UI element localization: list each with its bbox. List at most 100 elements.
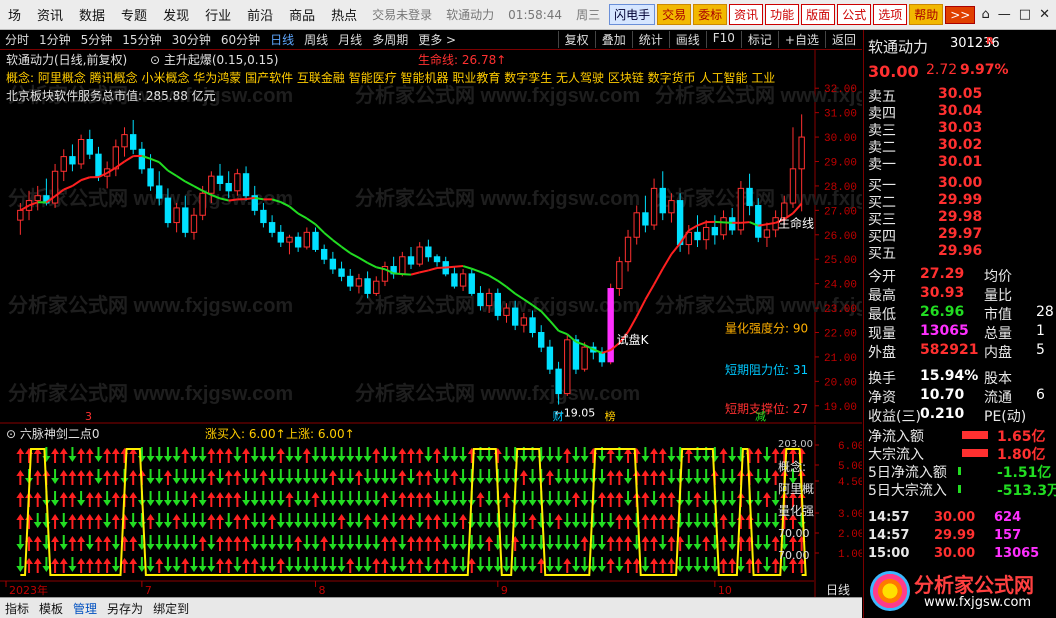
bid-row-4-cell-1: 29.96 bbox=[938, 243, 983, 259]
toolbar-button-9[interactable]: >> bbox=[945, 5, 976, 24]
bottom-tab-2[interactable]: 管理 bbox=[68, 600, 102, 617]
toolbar-right-button-6[interactable]: +自选 bbox=[777, 31, 825, 48]
period-tab-0[interactable]: 分时 bbox=[0, 31, 34, 48]
period-tab-3[interactable]: 15分钟 bbox=[117, 31, 166, 48]
period-tab-8[interactable]: 月线 bbox=[333, 31, 367, 48]
menu-item-1[interactable]: 资讯 bbox=[29, 5, 71, 24]
period-tab-5[interactable]: 60分钟 bbox=[216, 31, 265, 48]
stat-row-5: 换手 15.94% 股本 bbox=[864, 368, 1056, 387]
resist-label: 短期阻力位: 31 bbox=[725, 362, 808, 377]
toolbar-right-button-7[interactable]: 返回 bbox=[824, 31, 862, 48]
marker-jian: 减 bbox=[755, 410, 766, 423]
period-tab-9[interactable]: 多周期 bbox=[367, 31, 413, 48]
period-tab-7[interactable]: 周线 bbox=[299, 31, 333, 48]
toolbar-button-1[interactable]: 交易 bbox=[657, 4, 692, 25]
toolbar-right-button-5[interactable]: 标记 bbox=[740, 31, 778, 48]
formula-title: ⊙ 主升起爆(0.15,0.15) bbox=[150, 53, 279, 67]
period-tab-4[interactable]: 30分钟 bbox=[167, 31, 216, 48]
flow-row-2-cell-1: -1.51亿 bbox=[997, 465, 1052, 481]
ask-row-4: 卖一 30.01 bbox=[864, 154, 1056, 173]
shipan-label: 试盘K bbox=[617, 332, 650, 347]
toolbar-right-button-1[interactable]: 叠加 bbox=[594, 31, 632, 48]
stat-row-2-cell-2: 市值 bbox=[984, 307, 1012, 323]
bid-row-0-cell-1: 30.00 bbox=[938, 175, 983, 191]
marker-1: 3 bbox=[85, 410, 92, 423]
stat-row-0-cell-1: 27.29 bbox=[920, 266, 965, 282]
maximize-icon[interactable]: □ bbox=[1019, 7, 1031, 22]
menu-item-0[interactable]: 场 bbox=[0, 5, 29, 24]
indicator-yaxis-label: 3.00 bbox=[838, 509, 862, 521]
menu-item-8[interactable]: 热点 bbox=[323, 5, 365, 24]
stat-row-1: 最高 30.93 量比 bbox=[864, 285, 1056, 304]
toolbar-button-2[interactable]: 委标 bbox=[693, 4, 728, 25]
quote-panel: 软通动力 301236 R 30.00 2.72 9.97% 卖五 30.05 卖四 30.04 卖… bbox=[863, 30, 1056, 618]
ask-row-4-cell-1: 30.01 bbox=[938, 154, 983, 170]
toolbar-button-5[interactable]: 版面 bbox=[801, 4, 836, 25]
menu-item-4[interactable]: 发现 bbox=[155, 5, 197, 24]
stat-row-2: 最低 26.96 市值 28 bbox=[864, 304, 1056, 323]
toolbar-button-0[interactable]: 闪电手 bbox=[609, 4, 656, 25]
yaxis-label: 24.00 bbox=[824, 280, 857, 292]
menu-item-6[interactable]: 前沿 bbox=[239, 5, 281, 24]
bottom-tab-3[interactable]: 另存为 bbox=[102, 600, 148, 617]
tick-row-2-cell-1: 30.00 bbox=[934, 546, 976, 561]
stat-row-7-cell-2: PE(动) bbox=[984, 409, 1027, 425]
toolbar-button-6[interactable]: 公式 bbox=[837, 4, 872, 25]
toolbar-right-button-0[interactable]: 复权 bbox=[557, 31, 595, 48]
stat-row-0-cell-2: 均价 bbox=[984, 269, 1012, 285]
indicator-yaxis-label: 1.00 bbox=[838, 549, 862, 561]
lifeline-right-label: 生命线 bbox=[778, 215, 814, 230]
toolbar-right-button-2[interactable]: 统计 bbox=[631, 31, 669, 48]
toolbar-button-3[interactable]: 资讯 bbox=[729, 4, 764, 25]
bid-row-3: 买四 29.97 bbox=[864, 226, 1056, 245]
toolbar-button-7[interactable]: 选项 bbox=[873, 4, 908, 25]
period-tab-10[interactable]: 更多 > bbox=[413, 31, 461, 48]
toolbar-right-button-4[interactable]: F10 bbox=[705, 31, 741, 48]
xaxis-label: 9 bbox=[501, 584, 508, 597]
indicator-right-label-0: 概念: bbox=[778, 459, 806, 474]
price-header: 30.00 2.72 9.97% bbox=[864, 62, 1056, 81]
bid-row-2-cell-1: 29.98 bbox=[938, 209, 983, 225]
indicator-right-label-4: 70.00 bbox=[778, 549, 810, 562]
period-tab-1[interactable]: 1分钟 bbox=[34, 31, 76, 48]
yaxis-label: 20.00 bbox=[824, 377, 857, 389]
bottom-tab-0[interactable]: 指标 bbox=[0, 600, 34, 617]
toolbar-right-button-3[interactable]: 画线 bbox=[668, 31, 706, 48]
toolbar-button-4[interactable]: 功能 bbox=[765, 4, 800, 25]
flow-row-0-cell-1: 1.65亿 bbox=[997, 429, 1046, 445]
xaxis-label: 10 bbox=[718, 584, 732, 597]
stat-row-0: 今开 27.29 均价 bbox=[864, 266, 1056, 285]
toolbar-button-8[interactable]: 帮助 bbox=[909, 4, 944, 25]
minimize-icon[interactable]: — bbox=[998, 7, 1011, 22]
stat-row-7-cell-0: 收益(三) bbox=[868, 409, 921, 425]
status-text-2: 01:58:44 bbox=[508, 7, 563, 22]
bottom-tab-1[interactable]: 模板 bbox=[34, 600, 68, 617]
menu-item-3[interactable]: 专题 bbox=[113, 5, 155, 24]
stock-header-cell-0: 软通动力 bbox=[868, 38, 929, 56]
tick-row-0-cell-1: 30.00 bbox=[934, 510, 976, 525]
kline-chart[interactable]: 分析家公式网 www.fxjgsw.com 分析家公式网 www.fxjgsw.c… bbox=[0, 50, 862, 424]
candle bbox=[737, 181, 745, 235]
indicator-right-label-1: 阿里概 bbox=[778, 482, 814, 496]
ask-row-1-cell-1: 30.04 bbox=[938, 103, 983, 119]
stat-row-3-cell-0: 现量 bbox=[868, 326, 896, 342]
stock-header: 软通动力 301236 R bbox=[864, 36, 1056, 56]
bottom-tab-4[interactable]: 绑定到 bbox=[148, 600, 194, 617]
menu-item-2[interactable]: 数据 bbox=[71, 5, 113, 24]
indicator-chart[interactable]: ⊙ 六脉神剑二点0 涨买入: 6.00↑ 上涨: 6.00↑ 6.00 5.00 4.50… bbox=[0, 425, 862, 597]
watermark-text: 分析家公式网 www.fxjgsw.com bbox=[8, 381, 293, 405]
menu-item-7[interactable]: 商品 bbox=[281, 5, 323, 24]
yaxis-label: 25.00 bbox=[824, 255, 857, 267]
menu-item-5[interactable]: 行业 bbox=[197, 5, 239, 24]
close-icon[interactable]: ✕ bbox=[1039, 7, 1050, 22]
yaxis-label: 29.00 bbox=[824, 158, 857, 170]
period-tab-6[interactable]: 日线 bbox=[265, 31, 299, 48]
period-tab-2[interactable]: 5分钟 bbox=[76, 31, 118, 48]
menu-bar: 场资讯 数据 专题 发现 行业 前沿 商品 热点 交易未登录 软通动力 01:58:44 周三 闪电手交… bbox=[0, 0, 1056, 30]
restore-icon[interactable]: ⌂ bbox=[982, 7, 990, 22]
yaxis-label: 27.00 bbox=[824, 206, 857, 218]
marker-cai: 财 bbox=[553, 409, 564, 423]
indicator-right-label-3: 70.00 bbox=[778, 527, 810, 540]
lifeline-segment bbox=[454, 265, 464, 268]
flow-row-0: 净流入额 1.65亿 bbox=[864, 426, 1056, 445]
